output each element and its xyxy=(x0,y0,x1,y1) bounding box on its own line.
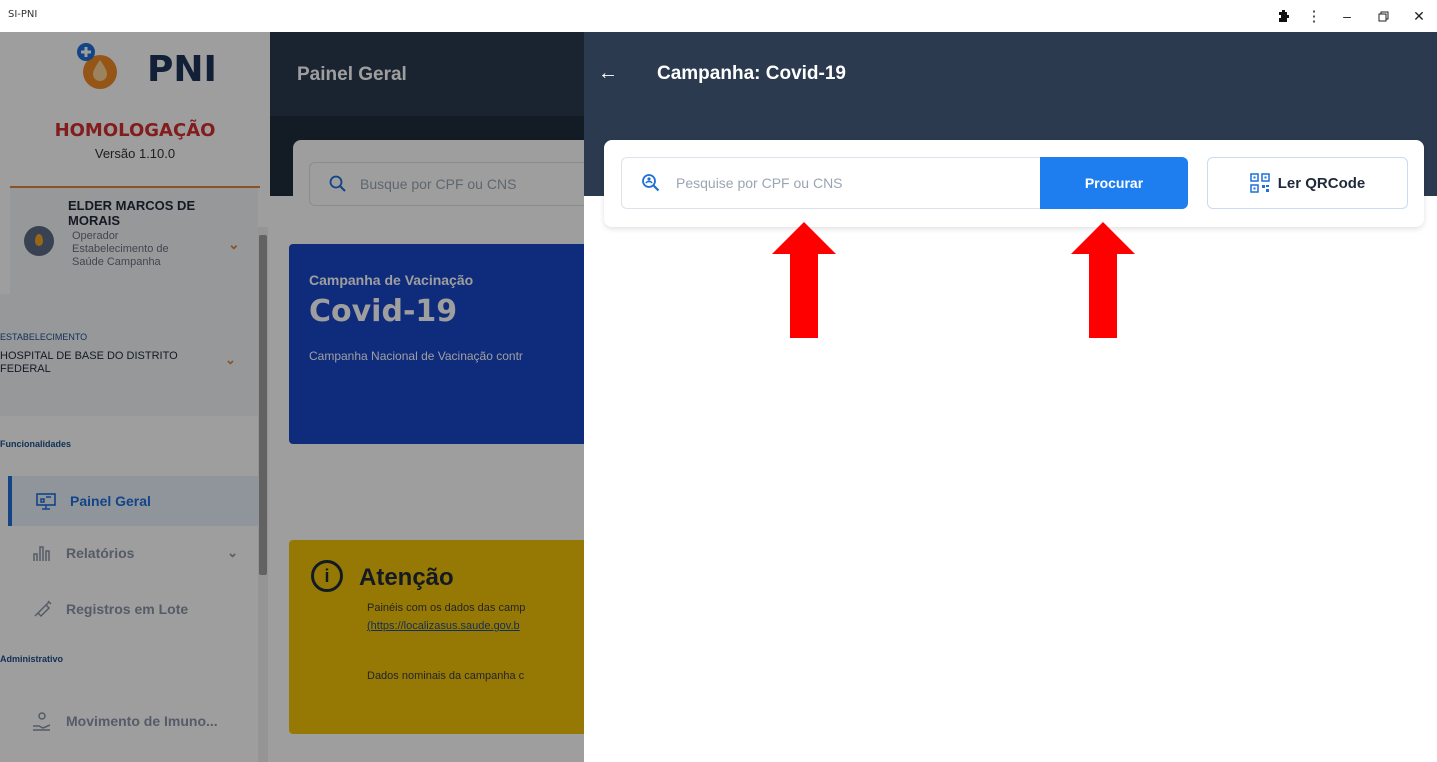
panel-search-card: Procurar Ler QRCode xyxy=(604,140,1424,227)
restore-button[interactable] xyxy=(1365,0,1401,32)
minimize-button[interactable]: – xyxy=(1329,0,1365,32)
read-qrcode-button[interactable]: Ler QRCode xyxy=(1207,157,1408,209)
extensions-icon[interactable] xyxy=(1269,0,1299,32)
qrcode-icon xyxy=(1249,173,1270,193)
panel-title: Campanha: Covid-19 xyxy=(657,63,846,84)
back-arrow-icon[interactable]: ← xyxy=(598,62,618,85)
panel-header: ← Campanha: Covid-19 xyxy=(584,32,1437,116)
campaign-panel: ← Campanha: Covid-19 Procurar Ler QRCode xyxy=(584,32,1437,762)
cpf-cns-search-field[interactable] xyxy=(621,157,1041,209)
annotation-arrow-icon xyxy=(772,222,836,338)
window-title: SI-PNI xyxy=(8,9,38,20)
qrcode-button-label: Ler QRCode xyxy=(1277,174,1366,192)
more-menu-icon[interactable]: ⋮ xyxy=(1299,0,1329,32)
search-button[interactable]: Procurar xyxy=(1040,157,1188,209)
search-input[interactable] xyxy=(676,175,1016,191)
window-controls: ⋮ – ✕ xyxy=(1269,0,1437,32)
annotation-arrow-icon xyxy=(1071,222,1135,338)
close-button[interactable]: ✕ xyxy=(1401,0,1437,32)
modal-backdrop[interactable] xyxy=(0,32,584,762)
search-icon xyxy=(640,172,662,194)
window-titlebar: SI-PNI ⋮ – ✕ xyxy=(0,0,1437,32)
